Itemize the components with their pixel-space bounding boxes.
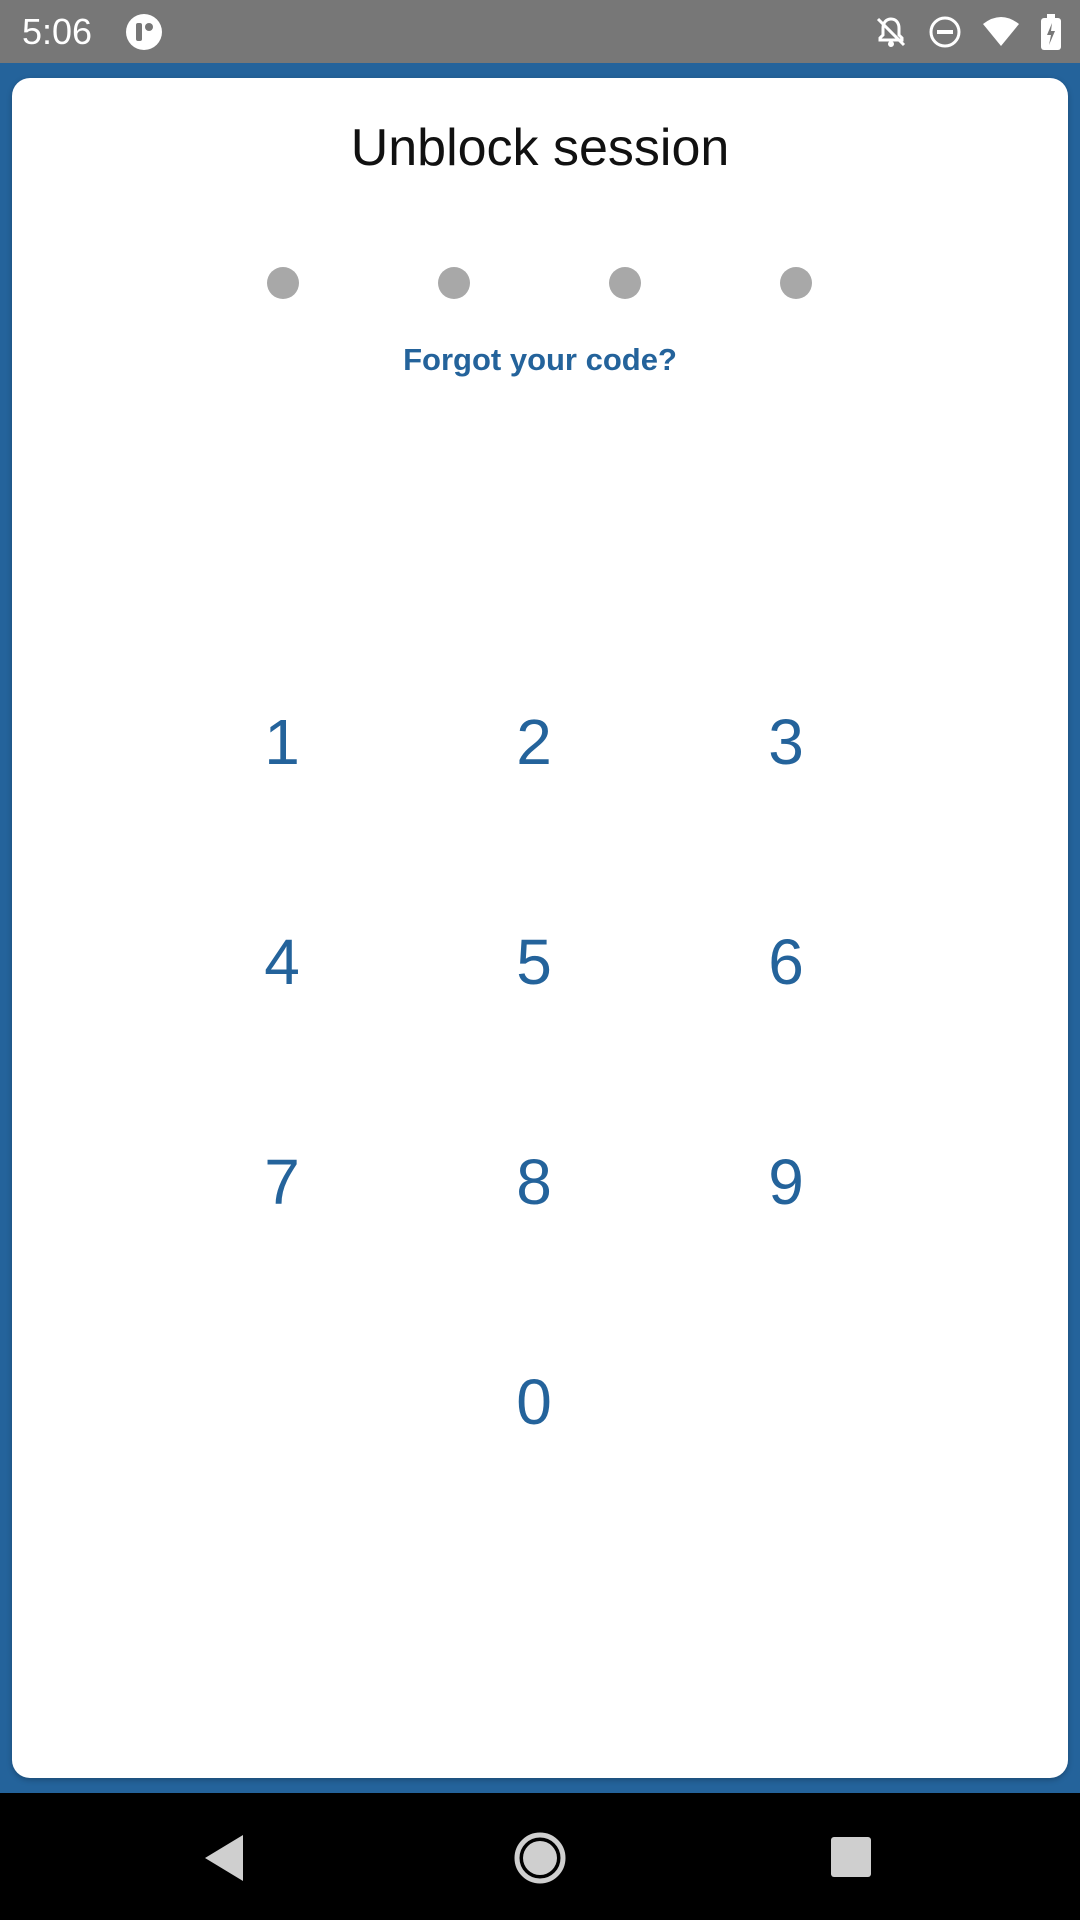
dialog-title: Unblock session	[350, 119, 730, 177]
back-icon[interactable]	[191, 1823, 261, 1893]
home-icon[interactable]	[505, 1823, 575, 1893]
status-icons	[874, 12, 1062, 52]
pin-indicator	[0, 267, 1080, 299]
key-5[interactable]: 5	[454, 902, 614, 1022]
navigation-bar	[0, 1793, 1080, 1920]
key-2[interactable]: 2	[454, 682, 614, 802]
status-time: 5:06	[22, 11, 93, 52]
wifi-icon	[982, 16, 1020, 48]
key-6[interactable]: 6	[706, 902, 866, 1022]
app-notification-icon	[125, 13, 163, 51]
pin-dot	[438, 267, 470, 299]
notifications-off-icon	[874, 15, 908, 49]
key-1[interactable]: 1	[202, 682, 362, 802]
key-8[interactable]: 8	[454, 1122, 614, 1242]
key-4[interactable]: 4	[202, 902, 362, 1022]
pin-dot	[780, 267, 812, 299]
status-bar: 5:06	[0, 0, 1080, 63]
do-not-disturb-icon	[928, 15, 962, 49]
pin-dot	[267, 267, 299, 299]
key-0[interactable]: 0	[454, 1342, 614, 1462]
key-9[interactable]: 9	[706, 1122, 866, 1242]
key-7[interactable]: 7	[202, 1122, 362, 1242]
recents-icon[interactable]	[815, 1823, 885, 1893]
pin-dot	[609, 267, 641, 299]
battery-charging-icon	[1040, 14, 1062, 50]
key-3[interactable]: 3	[706, 682, 866, 802]
forgot-code-link[interactable]: Forgot your code?	[0, 340, 1080, 380]
